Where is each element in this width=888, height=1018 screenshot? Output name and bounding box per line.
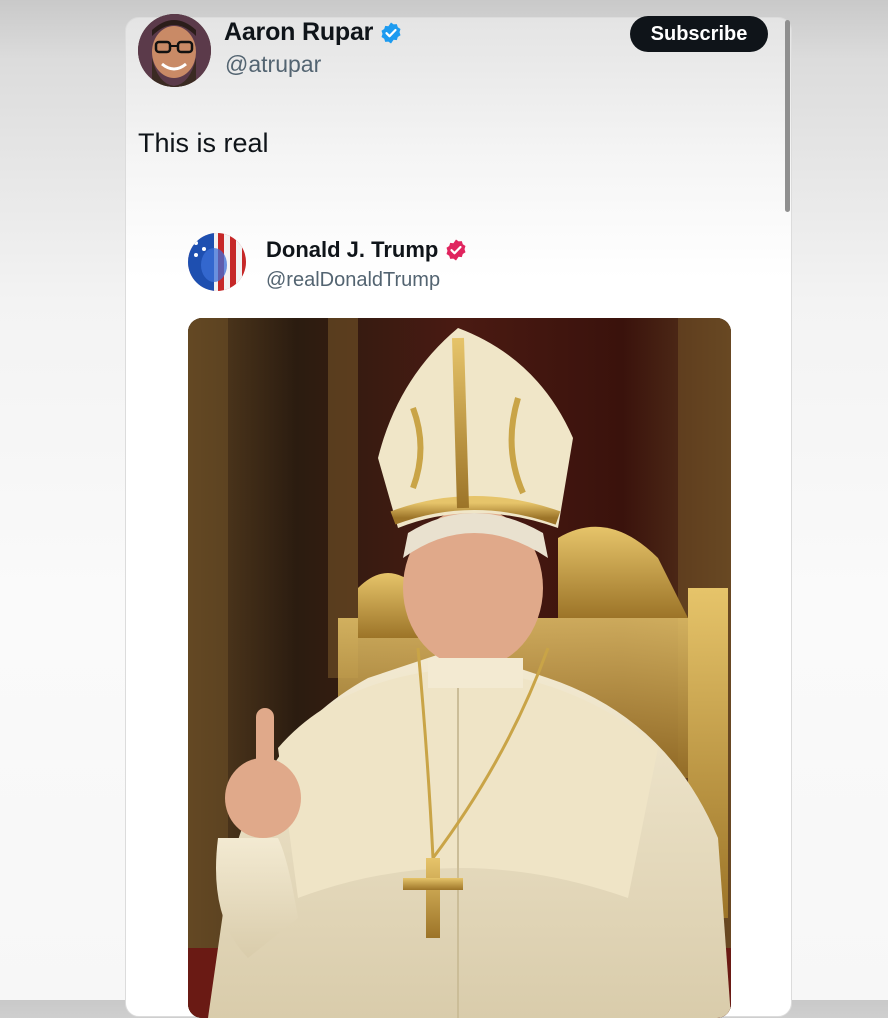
quoted-author-handle[interactable]: @realDonaldTrump xyxy=(266,269,440,292)
author-name[interactable]: Aaron Rupar xyxy=(224,18,373,47)
avatar-photo xyxy=(138,14,211,87)
quoted-avatar-art xyxy=(188,233,246,291)
scrollbar[interactable] xyxy=(785,20,790,212)
author-name-row[interactable]: Aaron Rupar xyxy=(224,18,403,47)
tweet-text: This is real xyxy=(138,128,269,158)
author-handle[interactable]: @atrupar xyxy=(225,51,321,78)
quoted-author-name[interactable]: Donald J. Trump xyxy=(266,237,438,263)
avatar[interactable] xyxy=(138,14,211,87)
verified-badge-icon xyxy=(381,22,401,43)
quoted-media-image[interactable] xyxy=(188,318,731,1018)
quoted-avatar[interactable] xyxy=(188,233,246,291)
quoted-author-name-row[interactable]: Donald J. Trump xyxy=(266,237,468,263)
verified-badge-icon xyxy=(446,239,466,261)
subscribe-button[interactable]: Subscribe xyxy=(630,16,768,52)
pope-portrait-image xyxy=(188,318,731,1018)
